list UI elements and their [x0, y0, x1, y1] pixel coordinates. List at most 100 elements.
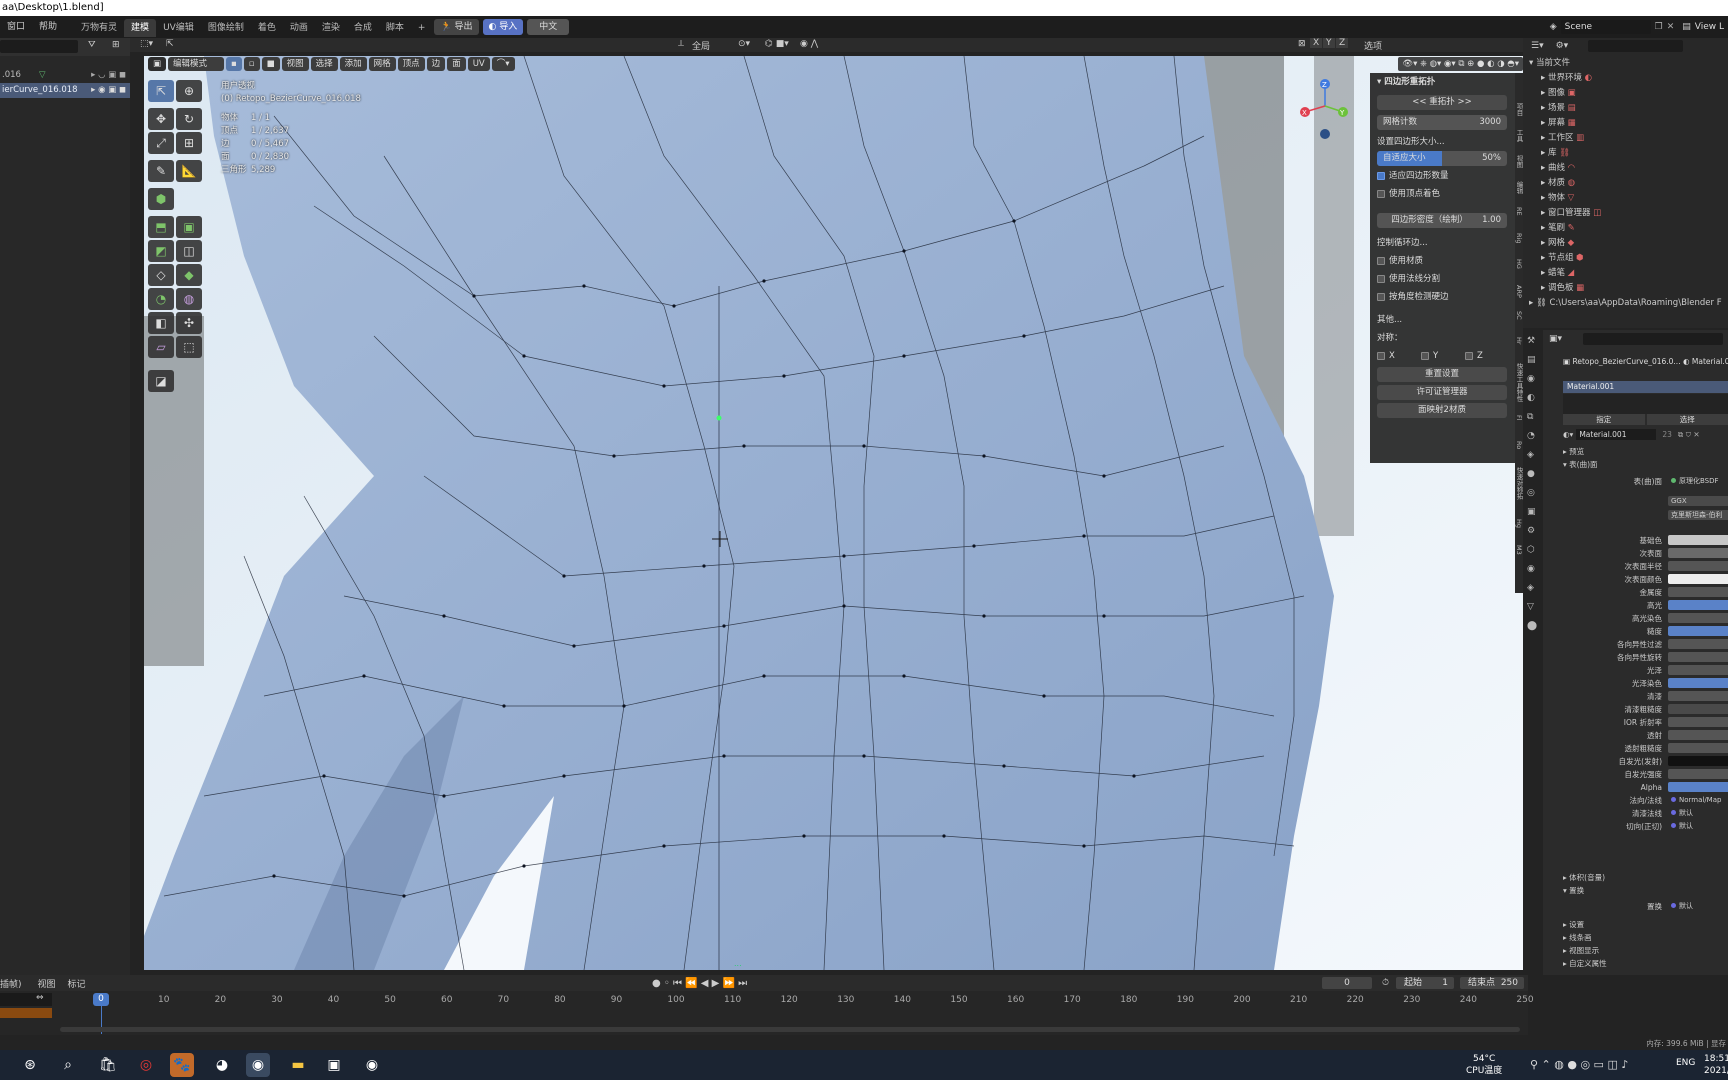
- shader-input-row[interactable]: Alpha: [1540, 781, 1728, 793]
- poly-build-tool-icon[interactable]: ◆: [176, 264, 202, 286]
- transform-orientation[interactable]: 全局: [692, 39, 710, 52]
- sss-method-row[interactable]: 克里斯坦森-伯利: [1540, 509, 1728, 521]
- shader-input-value[interactable]: [1668, 782, 1728, 792]
- shader-input-row[interactable]: 光泽染色: [1540, 677, 1728, 689]
- outliner-tree-item[interactable]: ▸ 笔刷 ✎: [1529, 221, 1728, 236]
- language-button[interactable]: 中文: [527, 19, 570, 35]
- filter-icon[interactable]: ⛛: [88, 40, 96, 50]
- extrude-tool-icon[interactable]: ⬒: [148, 216, 174, 238]
- shader-input-value[interactable]: [1668, 769, 1728, 779]
- menu-select[interactable]: 选择: [310, 57, 338, 71]
- material-action-icons[interactable]: ⧉ ⛉ ✕: [1678, 430, 1700, 440]
- edge-select-mode[interactable]: ▫: [243, 57, 260, 71]
- outliner-tree-item[interactable]: ▸ 工作区 ▥: [1529, 131, 1728, 146]
- rotate-tool-icon[interactable]: ↻: [176, 108, 202, 130]
- mode-selector[interactable]: 编辑模式: [168, 57, 225, 71]
- shader-input-value[interactable]: [1668, 600, 1728, 610]
- tab-texture-paint[interactable]: 图像绘制: [201, 19, 251, 37]
- checkbox-icon[interactable]: [1377, 351, 1385, 360]
- menu-view[interactable]: 视图: [281, 57, 309, 71]
- density-field[interactable]: 四边形密度（绘制） 1.00: [1377, 213, 1507, 228]
- checkbox-icon[interactable]: [1377, 274, 1385, 283]
- loop-cut-tool-icon[interactable]: ◫: [176, 240, 202, 262]
- knife-tool-icon[interactable]: ◇: [148, 264, 174, 286]
- sidebar-tab[interactable]: 视图: [1515, 155, 1523, 181]
- material-slot[interactable]: Material.001: [1563, 381, 1728, 393]
- tab-scripting[interactable]: 脚本: [379, 19, 411, 37]
- end-frame-field[interactable]: 结束点 250: [1460, 977, 1524, 989]
- sidebar-tab[interactable]: 快速工具: [1515, 363, 1523, 389]
- scale-tool-icon[interactable]: ⤢: [148, 132, 174, 154]
- sidebar-tab[interactable]: Hg: [1515, 519, 1523, 545]
- shader-input-row[interactable]: 高光染色: [1540, 612, 1728, 624]
- cursor-icon[interactable]: ⇱: [166, 39, 174, 49]
- expand-arrow-icon[interactable]: ▸: [1541, 148, 1548, 158]
- preview-section[interactable]: ▸ 预览: [1563, 446, 1584, 457]
- expand-arrow-icon[interactable]: ▸: [1541, 73, 1548, 83]
- license-manager-button[interactable]: 许可证管理器: [1377, 385, 1507, 400]
- menu-window[interactable]: 窗口: [0, 16, 32, 38]
- sidebar-tab[interactable]: 拓: [1515, 493, 1523, 519]
- sidebar-tab[interactable]: Hr: [1515, 337, 1523, 363]
- shader-input-row[interactable]: 自发光(发射): [1540, 755, 1728, 767]
- outliner-tree-item[interactable]: ▸ 材质 ◍: [1529, 176, 1728, 191]
- shader-input-row[interactable]: 清漆粗糙度: [1540, 703, 1728, 715]
- shader-input-row[interactable]: 透射: [1540, 729, 1728, 741]
- expand-arrow-icon[interactable]: ▸: [1541, 163, 1548, 173]
- menu-edge[interactable]: 边: [426, 57, 446, 71]
- surface-row[interactable]: 表(曲)面 原理化BSDF: [1540, 475, 1728, 487]
- vertex-color-checkbox[interactable]: 使用顶点着色: [1377, 187, 1507, 202]
- expand-arrow-icon[interactable]: ▸: [1541, 223, 1548, 233]
- gizmo-neg-z-icon[interactable]: [1320, 129, 1330, 139]
- shader-input-row[interactable]: 切向(正切) 默认: [1540, 820, 1728, 832]
- mirror-x-toggle[interactable]: X: [1310, 38, 1323, 48]
- bevel-tool-icon[interactable]: ◩: [148, 240, 174, 262]
- adaptive-size-slider[interactable]: 自适应大小 50%: [1377, 151, 1507, 166]
- shader-input-value[interactable]: [1668, 574, 1728, 584]
- shear-tool-icon[interactable]: ▱: [148, 336, 174, 358]
- library-path[interactable]: ▸ ⛓ C:\Users\aa\AppData\Roaming\Blender …: [1529, 296, 1728, 311]
- checkbox-checked-icon[interactable]: [1377, 171, 1385, 180]
- clock[interactable]: 18:51 2021/: [1704, 1053, 1728, 1077]
- tab-modeling[interactable]: 建模: [124, 19, 157, 37]
- shader-input-row[interactable]: 次表面半径: [1540, 560, 1728, 572]
- menu-marker[interactable]: 标记: [68, 977, 86, 990]
- outliner-row[interactable]: .016 ▽ ▸ ◡ ▣ ◼: [0, 68, 130, 83]
- outliner-tree-item[interactable]: ▸ 物体 ▽: [1529, 191, 1728, 206]
- expand-arrow-icon[interactable]: ▸: [1541, 193, 1548, 203]
- outliner-tree-item[interactable]: ▸ 世界环境 ◐: [1529, 71, 1728, 86]
- outliner-tree-item[interactable]: ▸ 场景 ▤: [1529, 101, 1728, 116]
- add-workspace-button[interactable]: +: [411, 19, 433, 37]
- viewlayer-selector[interactable]: View L: [1695, 22, 1724, 32]
- shader-input-value[interactable]: [1668, 626, 1728, 636]
- display-mode-icon[interactable]: ☰▾: [1531, 41, 1544, 51]
- outliner-tree-item[interactable]: ▸ 曲线 ◠: [1529, 161, 1728, 176]
- sidebar-tab[interactable]: HG: [1515, 259, 1523, 285]
- sidebar-tab[interactable]: 项目: [1515, 103, 1523, 129]
- start-frame-field[interactable]: 起始 1: [1396, 977, 1454, 989]
- checkbox-icon[interactable]: [1377, 292, 1385, 301]
- tray-icons[interactable]: ⚲ ⌃ ◍ ● ◎ ▭ ◫ ♪: [1530, 1058, 1628, 1071]
- menu-uv[interactable]: UV: [467, 57, 490, 71]
- expand-arrow-icon[interactable]: ▸: [1541, 238, 1548, 248]
- shader-input-value[interactable]: [1668, 561, 1728, 571]
- sidebar-tab[interactable]: M3: [1515, 545, 1523, 571]
- expand-arrow-icon[interactable]: ▸: [1541, 133, 1548, 143]
- expand-arrow-icon[interactable]: ▸: [1541, 88, 1548, 98]
- surface-section[interactable]: ▾ 表(曲)面: [1563, 459, 1598, 470]
- store-icon[interactable]: 🛍: [96, 1053, 120, 1077]
- use-material-checkbox[interactable]: 使用材质: [1377, 254, 1507, 269]
- cpu-temp-widget[interactable]: 54°C CPU温度: [1466, 1053, 1502, 1077]
- viewport-display-section[interactable]: ▸ 视图显示: [1563, 944, 1607, 957]
- shader-input-value[interactable]: 默认: [1668, 808, 1728, 818]
- shader-input-row[interactable]: 次表面颜色: [1540, 573, 1728, 585]
- tab-uv-editing[interactable]: UV编辑: [156, 19, 201, 37]
- search-icon[interactable]: ⌕: [56, 1053, 80, 1077]
- language-indicator[interactable]: ENG: [1676, 1058, 1695, 1068]
- shader-input-value[interactable]: [1668, 665, 1728, 675]
- shader-input-row[interactable]: 光泽: [1540, 664, 1728, 676]
- cursor-tool-icon[interactable]: ⊕: [176, 80, 202, 102]
- outliner-tree-item[interactable]: ▸ 窗口管理器 ◫: [1529, 206, 1728, 221]
- pivot-icon[interactable]: ⊙▾: [738, 39, 750, 49]
- sidebar-tab[interactable]: Rig: [1515, 233, 1523, 259]
